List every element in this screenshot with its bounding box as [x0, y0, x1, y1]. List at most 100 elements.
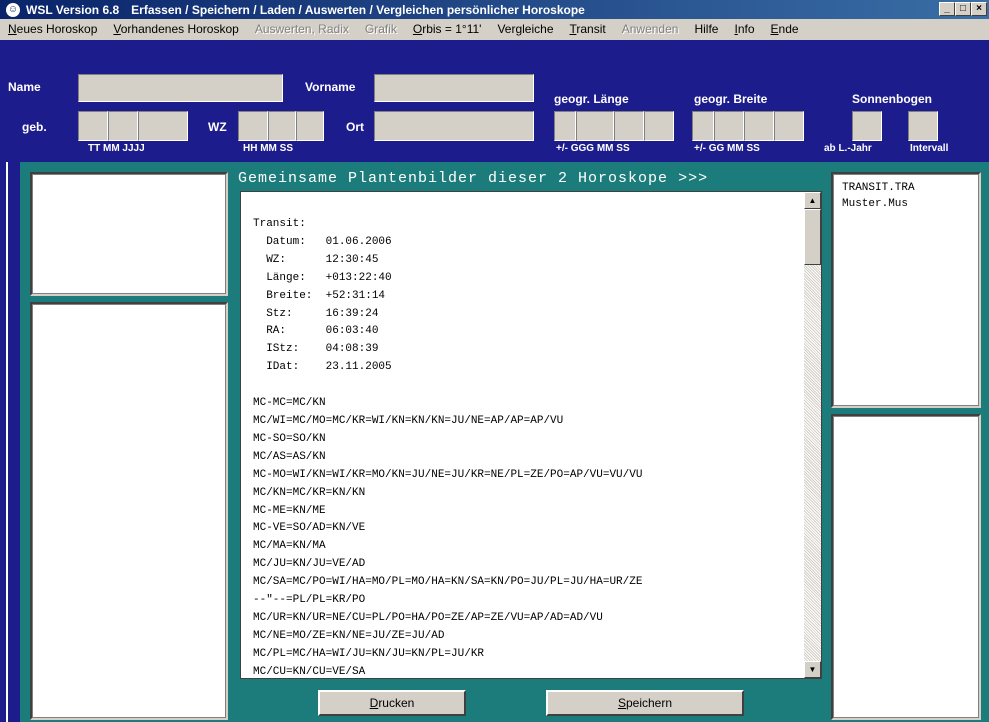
- name-input[interactable]: [78, 74, 283, 102]
- maximize-button[interactable]: □: [955, 2, 971, 16]
- breite-sublabel: +/- GG MM SS: [694, 143, 760, 154]
- birth-day-input[interactable]: [78, 111, 108, 141]
- vorname-label: Vorname: [305, 80, 356, 94]
- vorname-input[interactable]: [374, 74, 534, 102]
- wz-minute-input[interactable]: [268, 111, 296, 141]
- window-controls: _ □ ×: [939, 2, 987, 16]
- file-list-item[interactable]: TRANSIT.TRA: [842, 180, 915, 196]
- laenge-label: geogr. Länge: [554, 92, 629, 106]
- result-line: MC/SA=MC/PO=WI/HA=MO/PL=MO/HA=KN/SA=KN/P…: [253, 576, 643, 589]
- save-button[interactable]: Speichern: [546, 690, 744, 716]
- laenge-sign-input[interactable]: [554, 111, 576, 141]
- ort-label: Ort: [346, 120, 364, 134]
- minimize-button[interactable]: _: [939, 2, 955, 16]
- menu-bar: Neues Horoskop Vorhandenes Horoskop Auswer…: [0, 19, 989, 39]
- result-line: MC/KN=MC/KR=KN/KN: [253, 486, 366, 499]
- geb-label: geb.: [22, 120, 47, 134]
- result-line: MC/WI=MC/MO=MC/KR=WI/KN=KN/KN=JU/NE=AP/A…: [253, 414, 564, 427]
- breite-label: geogr. Breite: [694, 92, 768, 106]
- result-line: MC-SO=SO/KN: [253, 432, 326, 445]
- scroll-down-button[interactable]: ▼: [804, 661, 821, 678]
- result-line: MC/UR=KN/UR=NE/CU=PL/PO=HA/PO=ZE/AP=ZE/V…: [253, 611, 603, 624]
- breite-degree-input[interactable]: [714, 111, 744, 141]
- laenge-degree-input[interactable]: [576, 111, 614, 141]
- print-button-accel: D: [369, 696, 379, 710]
- left-border-strip: [0, 162, 20, 722]
- intervall-sublabel: Intervall: [910, 143, 949, 154]
- result-textarea[interactable]: Transit: Datum: 01.06.2006 WZ: 12:30:45 …: [240, 191, 822, 679]
- result-line: MC-ME=KN/ME: [253, 504, 326, 517]
- menu-item-0[interactable]: Neues Horoskop: [0, 22, 105, 36]
- wz-second-input[interactable]: [296, 111, 324, 141]
- result-line: MC/CU=KN/CU=VE/SA: [253, 665, 366, 678]
- result-line: Datum: 01.06.2006: [253, 235, 392, 248]
- scroll-up-button[interactable]: ▲: [804, 192, 821, 209]
- menu-item-2[interactable]: Auswerten, Radix: [247, 22, 357, 36]
- menu-item-7[interactable]: Anwenden: [614, 22, 687, 36]
- wz-hour-input[interactable]: [238, 111, 268, 141]
- ort-input[interactable]: [374, 111, 534, 141]
- menu-item-10[interactable]: Ende: [763, 22, 807, 36]
- menu-item-9[interactable]: Info: [726, 22, 762, 36]
- left-bottom-panel[interactable]: [30, 302, 228, 720]
- vertical-scrollbar[interactable]: ▲ ▼: [804, 192, 821, 678]
- result-line: MC/MA=KN/MA: [253, 540, 326, 553]
- result-line: IDat: 23.11.2005: [253, 361, 392, 374]
- result-line: --"--=PL/PL=KR/PO: [253, 594, 366, 607]
- app-icon: ☺: [6, 2, 20, 17]
- menu-item-8[interactable]: Hilfe: [686, 22, 726, 36]
- save-button-label: peichern: [625, 696, 673, 710]
- intervall-input[interactable]: [908, 111, 938, 141]
- result-line: MC/JU=KN/JU=VE/AD: [253, 558, 366, 571]
- center-title: Gemeinsame Plantenbilder dieser 2 Horosk…: [238, 170, 709, 187]
- result-line: RA: 06:03:40: [253, 325, 379, 338]
- result-line: MC/PL=MC/HA=WI/JU=KN/JU=KN/PL=JU/KR: [253, 647, 485, 660]
- wz-label: WZ: [208, 120, 227, 134]
- menu-item-1[interactable]: Vorhandenes Horoskop: [105, 22, 246, 36]
- title-bar[interactable]: ☺ WSL Version 6.8 Erfassen / Speichern /…: [0, 0, 989, 19]
- laenge-second-input[interactable]: [644, 111, 674, 141]
- abljahr-input[interactable]: [852, 111, 882, 141]
- file-list: TRANSIT.TRA Muster.Mus: [842, 180, 915, 212]
- name-label: Name: [8, 80, 41, 94]
- date-sublabel: TT MM JJJJ: [88, 143, 145, 154]
- sonnenbogen-label: Sonnenbogen: [852, 92, 932, 106]
- result-line: Transit:: [253, 218, 306, 230]
- result-line: MC-VE=SO/AD=KN/VE: [253, 522, 366, 535]
- result-line: MC/AS=AS/KN: [253, 450, 326, 463]
- menu-item-3[interactable]: Grafik: [357, 22, 405, 36]
- save-button-accel: S: [617, 696, 626, 710]
- laenge-sublabel: +/- GGG MM SS: [556, 143, 630, 154]
- app-name: WSL Version 6.8: [26, 2, 120, 17]
- result-line: [253, 377, 642, 395]
- menu-item-4[interactable]: Orbis = 1°11': [405, 22, 490, 36]
- window-caption: Erfassen / Speichern / Laden / Auswerten…: [131, 2, 585, 17]
- result-line: WZ: 12:30:45: [253, 253, 379, 266]
- birth-year-input[interactable]: [138, 111, 188, 141]
- result-line: Stz: 16:39:24: [253, 307, 379, 320]
- breite-minute-input[interactable]: [744, 111, 774, 141]
- print-button-label: rucken: [378, 696, 415, 710]
- result-text: Transit: Datum: 01.06.2006 WZ: 12:30:45 …: [253, 216, 643, 678]
- scroll-thumb[interactable]: [804, 209, 821, 265]
- result-line: IStz: 04:08:39: [253, 343, 379, 356]
- breite-sign-input[interactable]: [692, 111, 714, 141]
- laenge-minute-input[interactable]: [614, 111, 644, 141]
- result-line: MC/NE=MO/ZE=KN/NE=JU/ZE=JU/AD: [253, 629, 445, 642]
- result-line: Breite: +52:31:14: [253, 289, 386, 302]
- menu-item-5[interactable]: Vergleiche: [489, 22, 561, 36]
- header-panel: Name Vorname geogr. Länge geogr. Breite …: [0, 40, 989, 162]
- result-line: MC-MC=MC/KN: [253, 397, 326, 410]
- breite-second-input[interactable]: [774, 111, 804, 141]
- print-button[interactable]: Drucken: [318, 690, 466, 716]
- menu-item-6[interactable]: Transit: [562, 22, 614, 36]
- time-sublabel: HH MM SS: [243, 143, 293, 154]
- result-line: MC-MO=WI/KN=WI/KR=MO/KN=JU/NE=JU/KR=NE/P…: [253, 468, 643, 481]
- file-list-item[interactable]: Muster.Mus: [842, 196, 915, 212]
- left-top-panel[interactable]: [30, 172, 228, 296]
- close-button[interactable]: ×: [971, 2, 987, 16]
- abljahr-sublabel: ab L.-Jahr: [824, 143, 872, 154]
- birth-month-input[interactable]: [108, 111, 138, 141]
- right-bottom-panel[interactable]: [831, 414, 981, 720]
- result-line: Länge: +013:22:40: [253, 271, 392, 284]
